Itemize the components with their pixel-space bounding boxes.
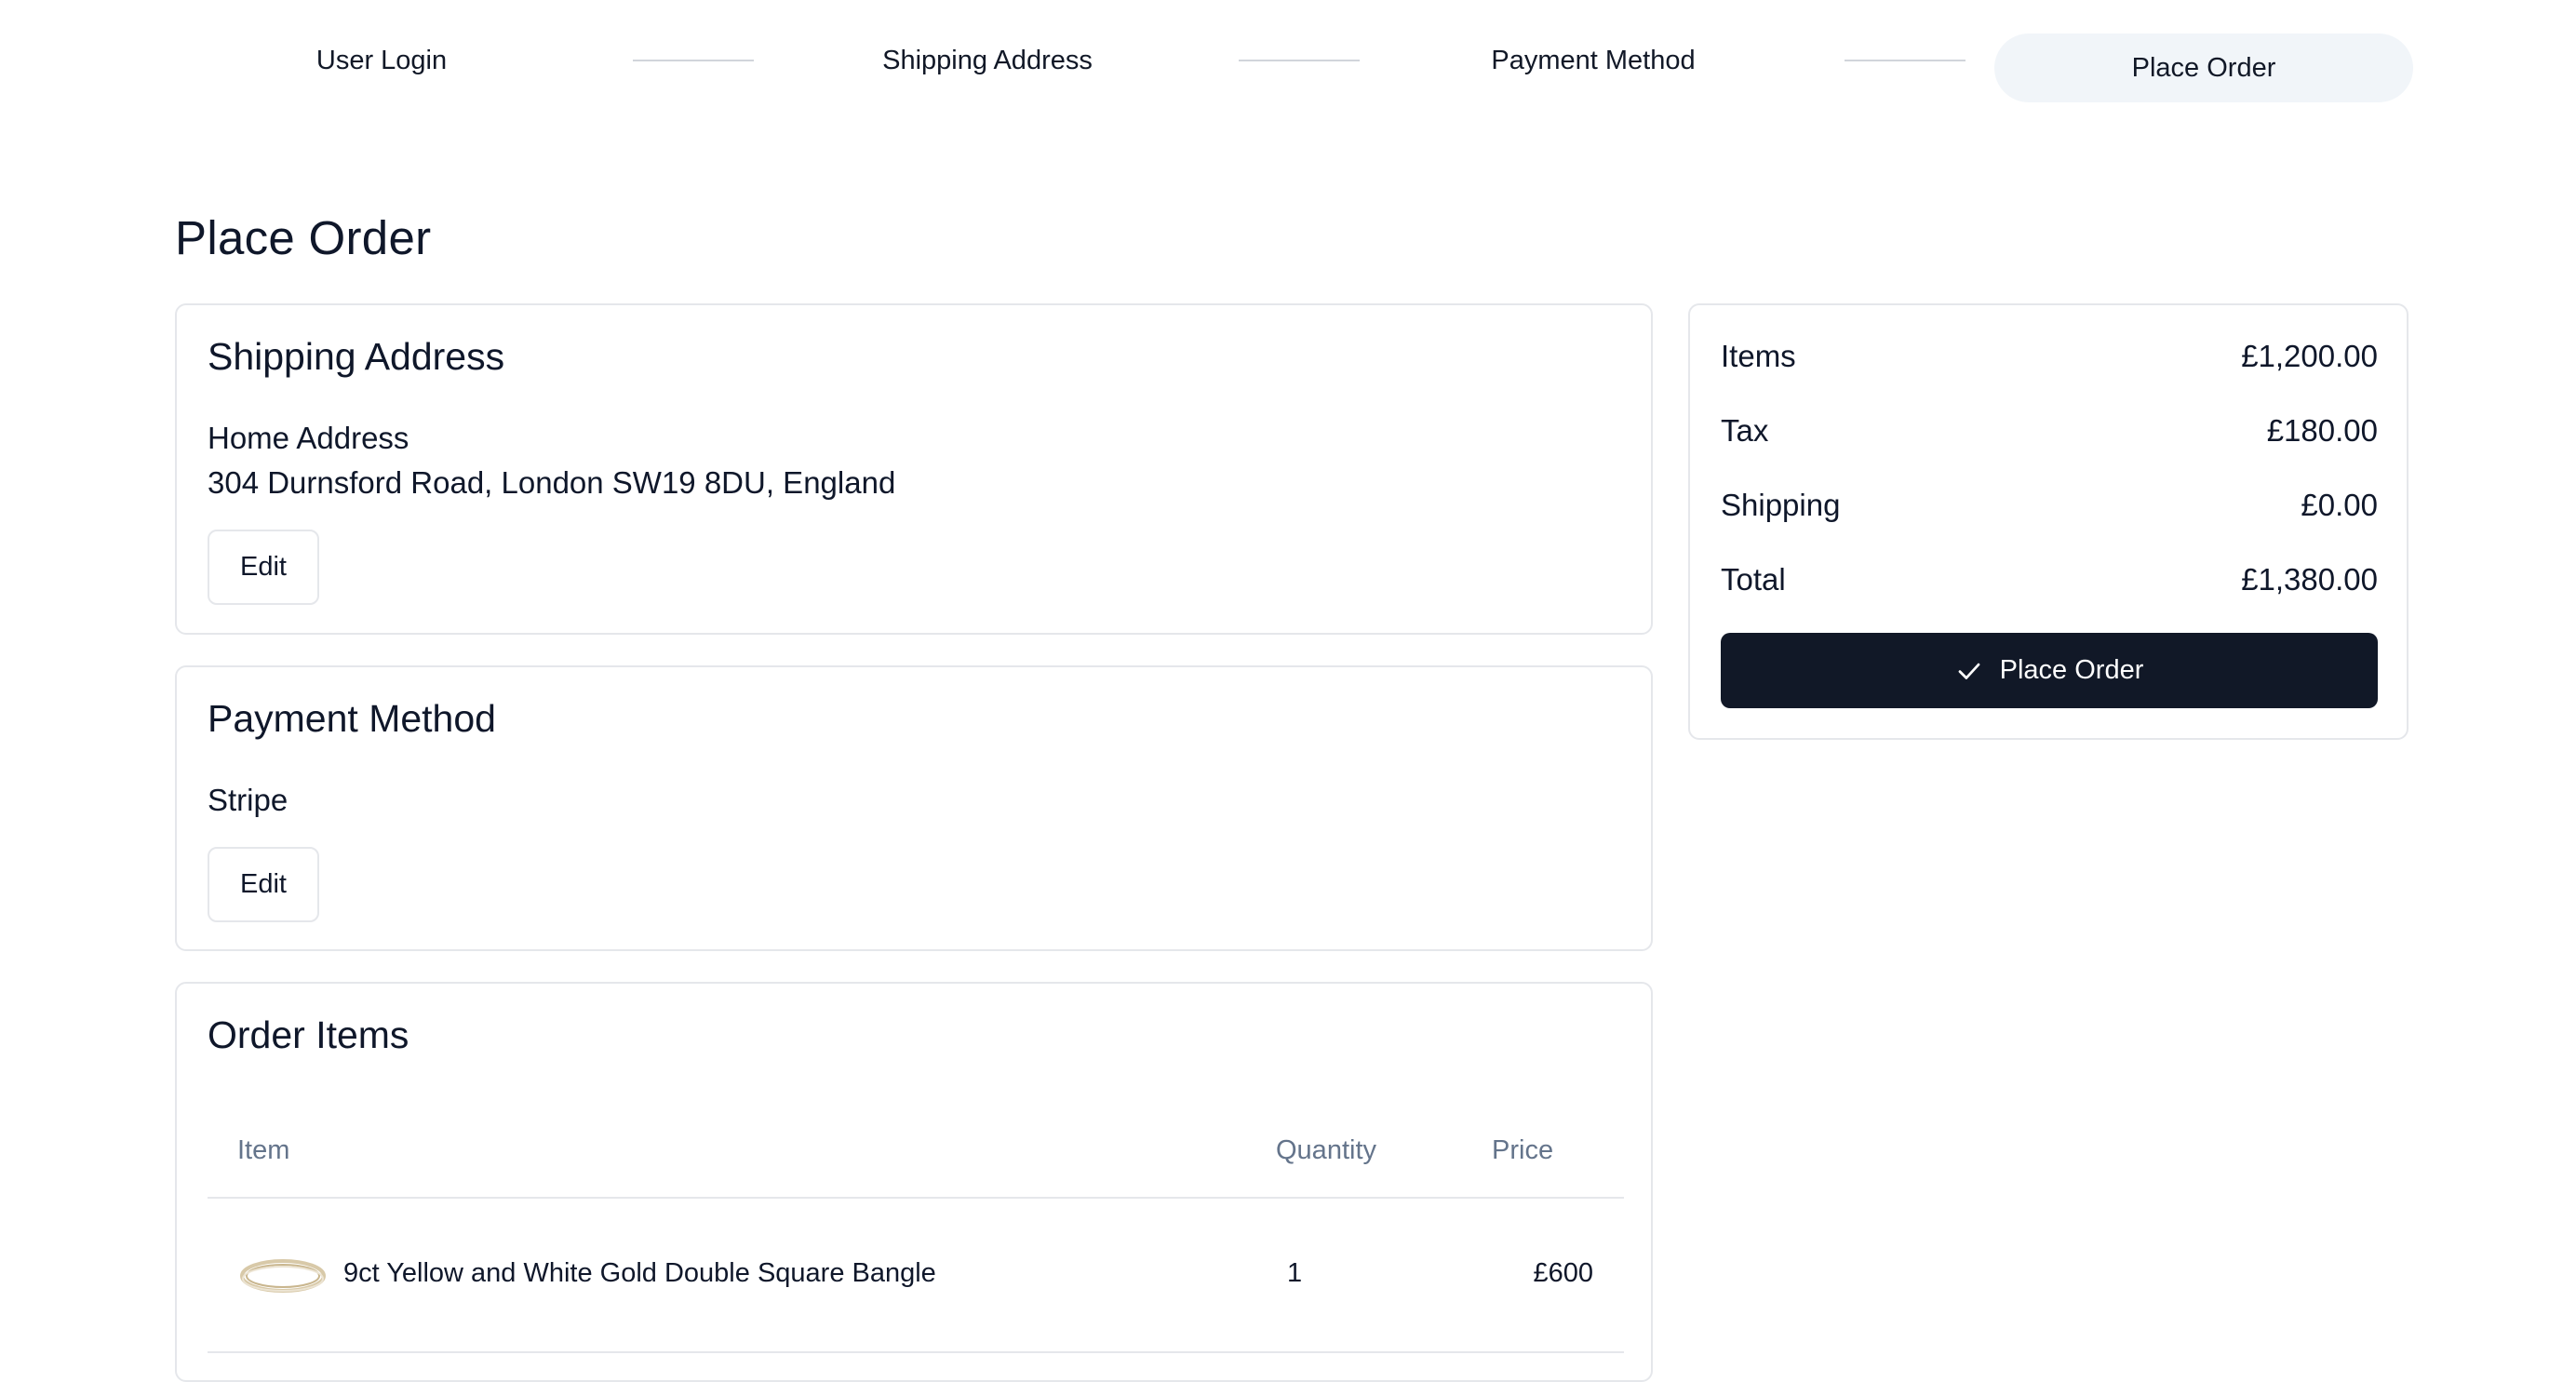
- edit-payment-button[interactable]: Edit: [208, 847, 319, 922]
- summary-total-row: Total £1,380.00: [1721, 562, 2378, 603]
- step-user-login[interactable]: User Login: [177, 26, 586, 95]
- checkout-stepper: User Login Shipping Address Payment Meth…: [177, 34, 2413, 102]
- table-header: Item Quantity Price: [208, 1114, 1624, 1199]
- order-items-card: Order Items Item Quantity Price 9ct Yell…: [175, 982, 1653, 1382]
- summary-total-label: Total: [1721, 562, 1786, 597]
- address-name: Home Address: [208, 421, 409, 455]
- step-connector: [1239, 60, 1360, 61]
- summary-items-label: Items: [1721, 339, 1796, 373]
- step-payment-method[interactable]: Payment Method: [1389, 26, 1798, 95]
- page-title: Place Order: [175, 211, 432, 264]
- edit-shipping-button[interactable]: Edit: [208, 530, 319, 605]
- summary-items-value: £1,200.00: [2241, 339, 2378, 373]
- summary-total-value: £1,380.00: [2241, 562, 2378, 597]
- step-connector: [1845, 60, 1966, 61]
- check-icon: [1955, 657, 1983, 685]
- payment-method-card: Payment Method Stripe Edit: [175, 665, 1653, 951]
- order-items-table: Item Quantity Price 9ct Yellow and White…: [208, 1114, 1624, 1353]
- item-name[interactable]: 9ct Yellow and White Gold Double Square …: [343, 1258, 936, 1289]
- shipping-address-card: Shipping Address Home Address 304 Durnsf…: [175, 303, 1653, 635]
- step-place-order-active[interactable]: Place Order: [1994, 34, 2413, 102]
- summary-shipping-label: Shipping: [1721, 488, 1841, 522]
- address-line: 304 Durnsford Road, London SW19 8DU, Eng…: [208, 465, 896, 500]
- place-order-button[interactable]: Place Order: [1721, 633, 2378, 708]
- summary-shipping-value: £0.00: [2301, 488, 2378, 522]
- summary-tax-row: Tax £180.00: [1721, 413, 2378, 454]
- item-quantity: 1: [1287, 1258, 1303, 1288]
- order-items-heading: Order Items: [208, 1013, 409, 1056]
- summary-tax-value: £180.00: [2266, 413, 2378, 448]
- gold-bangle-icon: [239, 1256, 327, 1295]
- payment-method-heading: Payment Method: [208, 697, 496, 740]
- column-header-quantity: Quantity: [1276, 1135, 1376, 1165]
- order-summary-card: Items £1,200.00 Tax £180.00 Shipping £0.…: [1688, 303, 2408, 740]
- summary-items-row: Items £1,200.00: [1721, 339, 2378, 380]
- column-header-price: Price: [1492, 1135, 1554, 1165]
- shipping-address-heading: Shipping Address: [208, 335, 505, 378]
- step-shipping-address[interactable]: Shipping Address: [783, 26, 1192, 95]
- payment-method-value: Stripe: [208, 783, 288, 817]
- place-order-label: Place Order: [1999, 655, 2144, 685]
- item-price: £600: [1533, 1258, 1593, 1288]
- summary-tax-label: Tax: [1721, 413, 1769, 448]
- summary-shipping-row: Shipping £0.00: [1721, 488, 2378, 529]
- table-row[interactable]: 9ct Yellow and White Gold Double Square …: [208, 1199, 1624, 1353]
- step-connector: [633, 60, 754, 61]
- column-header-item: Item: [237, 1135, 290, 1165]
